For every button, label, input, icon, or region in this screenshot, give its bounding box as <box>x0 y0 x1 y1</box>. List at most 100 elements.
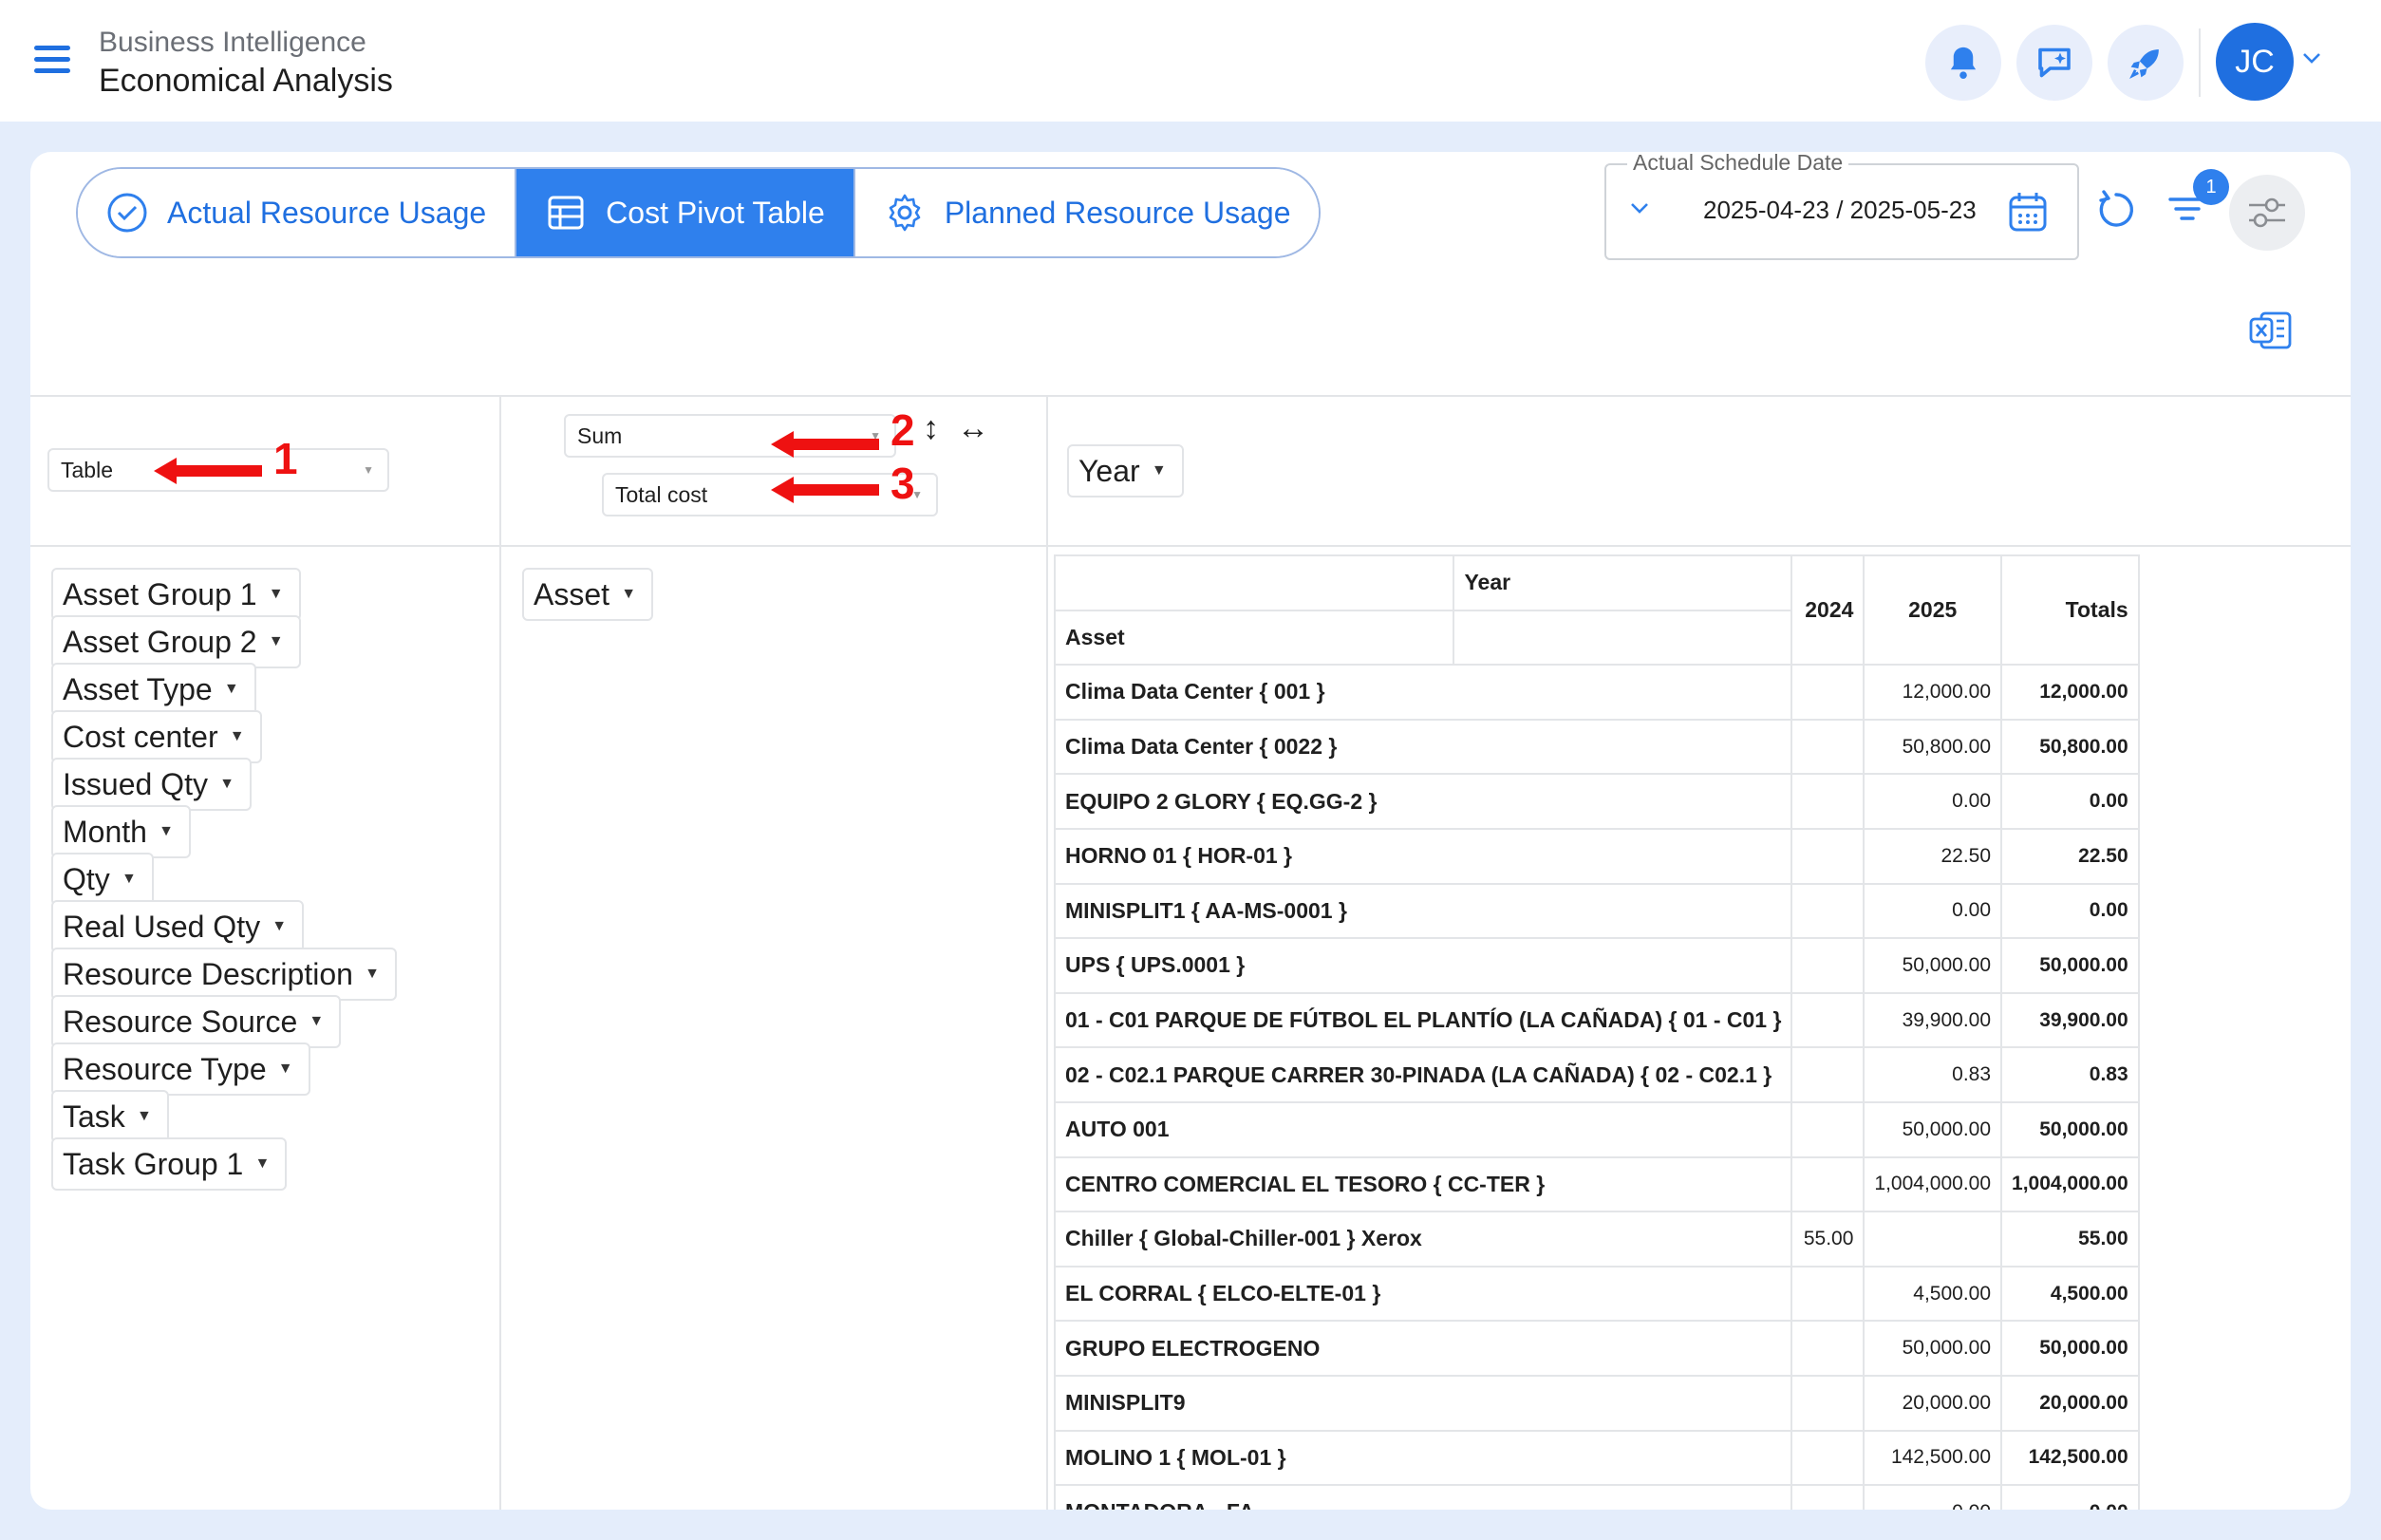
value-cell-2025[interactable]: 142,500.00 <box>1863 1429 2003 1487</box>
value-cell-2025[interactable]: 0.00 <box>1863 882 2003 940</box>
column-field-chip[interactable]: Year ▼ <box>1067 444 1184 498</box>
asset-cell[interactable]: Clima Data Center { 0022 } <box>1053 718 1793 776</box>
tab-cost-pivot-table[interactable]: Cost Pivot Table <box>516 169 855 256</box>
value-cell-2024[interactable] <box>1790 1265 1865 1323</box>
value-field-select[interactable]: Total cost ▼ <box>602 473 938 516</box>
value-cell-2024[interactable]: 55.00 <box>1790 1211 1865 1268</box>
total-cell[interactable]: 0.00 <box>2000 882 2140 940</box>
asset-cell[interactable]: GRUPO ELECTROGENO <box>1053 1320 1793 1377</box>
value-cell-2024[interactable] <box>1790 1374 1865 1432</box>
value-cell-2025[interactable]: 50,000.00 <box>1863 937 2003 994</box>
excel-export-icon[interactable] <box>2248 310 2294 351</box>
asset-cell[interactable]: UPS { UPS.0001 } <box>1053 937 1793 994</box>
pivot-field-chip[interactable]: Real Used Qty ▼ <box>51 900 305 953</box>
date-range-field[interactable]: Actual Schedule Date 2025-04-23 / 2025-0… <box>1604 152 2079 260</box>
value-cell-2024[interactable] <box>1790 1155 1865 1213</box>
asset-cell[interactable]: Clima Data Center { 001 } <box>1053 664 1793 721</box>
value-cell-2024[interactable] <box>1790 1046 1865 1103</box>
value-cell-2025[interactable]: 50,000.00 <box>1863 1320 2003 1377</box>
pivot-field-chip[interactable]: Month ▼ <box>51 805 191 858</box>
pivot-field-chip[interactable]: Resource Source ▼ <box>51 995 342 1048</box>
total-cell[interactable]: 39,900.00 <box>2000 991 2140 1049</box>
asset-cell[interactable]: AUTO 001 <box>1053 1100 1793 1158</box>
value-cell-2024[interactable] <box>1790 937 1865 994</box>
value-cell-2024[interactable] <box>1790 1429 1865 1487</box>
launch-button[interactable] <box>2108 25 2184 101</box>
total-cell[interactable]: 12,000.00 <box>2000 664 2140 721</box>
total-cell[interactable]: 50,000.00 <box>2000 1100 2140 1158</box>
asset-cell[interactable]: 02 - C02.1 PARQUE CARRER 30-PINADA (LA C… <box>1053 1046 1793 1103</box>
total-cell[interactable]: 50,000.00 <box>2000 937 2140 994</box>
pivot-field-chip[interactable]: Cost center ▼ <box>51 710 262 763</box>
total-cell[interactable]: 50,000.00 <box>2000 1320 2140 1377</box>
asset-cell[interactable]: MONTADORA - FA <box>1053 1484 1793 1510</box>
value-cell-2024[interactable] <box>1790 1100 1865 1158</box>
pivot-field-chip[interactable]: Issued Qty ▼ <box>51 758 252 811</box>
asset-cell[interactable]: 01 - C01 PARQUE DE FÚTBOL EL PLANTÍO (LA… <box>1053 991 1793 1049</box>
total-cell[interactable]: 4,500.00 <box>2000 1265 2140 1323</box>
notifications-button[interactable] <box>1925 25 2001 101</box>
value-cell-2025[interactable] <box>1863 1211 2003 1268</box>
value-cell-2025[interactable]: 0.00 <box>1863 773 2003 830</box>
asset-cell[interactable]: MINISPLIT9 <box>1053 1374 1793 1432</box>
value-cell-2024[interactable] <box>1790 718 1865 776</box>
pivot-field-chip[interactable]: Task Group 1 ▼ <box>51 1137 288 1191</box>
user-avatar[interactable]: JC <box>2216 23 2294 101</box>
row-order-toggle-icon[interactable]: ↕ <box>923 410 939 447</box>
asset-cell[interactable]: EL CORRAL { ELCO-ELTE-01 } <box>1053 1265 1793 1323</box>
calendar-icon[interactable] <box>2007 190 2049 234</box>
asset-cell[interactable]: HORNO 01 { HOR-01 } <box>1053 827 1793 885</box>
value-cell-2025[interactable]: 20,000.00 <box>1863 1374 2003 1432</box>
year-column-header[interactable]: 2025 <box>1863 554 2003 667</box>
asset-cell[interactable]: EQUIPO 2 GLORY { EQ.GG-2 } <box>1053 773 1793 830</box>
value-cell-2025[interactable]: 4,500.00 <box>1863 1265 2003 1323</box>
value-cell-2024[interactable] <box>1790 827 1865 885</box>
value-cell-2025[interactable]: 22.50 <box>1863 827 2003 885</box>
value-cell-2025[interactable]: 0.00 <box>1863 1484 2003 1510</box>
asset-cell[interactable]: MOLINO 1 { MOL-01 } <box>1053 1429 1793 1487</box>
pivot-field-chip[interactable]: Asset Type ▼ <box>51 663 256 716</box>
pivot-field-chip[interactable]: Task ▼ <box>51 1090 169 1143</box>
pivot-field-chip[interactable]: Resource Description ▼ <box>51 948 397 1001</box>
pivot-field-chip[interactable]: Asset Group 2 ▼ <box>51 615 301 668</box>
menu-icon[interactable] <box>34 46 72 76</box>
value-cell-2024[interactable] <box>1790 991 1865 1049</box>
asset-cell[interactable]: CENTRO COMERCIAL EL TESORO { CC-TER } <box>1053 1155 1793 1213</box>
asset-cell[interactable]: MINISPLIT1 { AA-MS-0001 } <box>1053 882 1793 940</box>
value-cell-2024[interactable] <box>1790 664 1865 721</box>
value-cell-2025[interactable]: 50,000.00 <box>1863 1100 2003 1158</box>
row-field-chip[interactable]: Asset ▼ <box>522 568 654 621</box>
table-row: MONTADORA - FA 0.000.00 <box>1053 1484 2140 1510</box>
value-cell-2024[interactable] <box>1790 882 1865 940</box>
value-cell-2024[interactable] <box>1790 1484 1865 1510</box>
ai-chat-button[interactable] <box>2016 25 2092 101</box>
value-cell-2025[interactable]: 39,900.00 <box>1863 991 2003 1049</box>
pivot-field-chip[interactable]: Qty ▼ <box>51 853 154 906</box>
pivot-field-chip[interactable]: Resource Type ▼ <box>51 1042 310 1096</box>
value-cell-2025[interactable]: 1,004,000.00 <box>1863 1155 2003 1213</box>
chevron-down-icon[interactable] <box>1629 201 1650 215</box>
total-cell[interactable]: 20,000.00 <box>2000 1374 2140 1432</box>
tab-planned-resource-usage[interactable]: Planned Resource Usage <box>854 169 1320 256</box>
value-cell-2025[interactable]: 12,000.00 <box>1863 664 2003 721</box>
value-cell-2024[interactable] <box>1790 773 1865 830</box>
settings-button[interactable] <box>2229 175 2305 251</box>
total-cell[interactable]: 50,800.00 <box>2000 718 2140 776</box>
total-cell[interactable]: 0.83 <box>2000 1046 2140 1103</box>
tab-actual-resource-usage[interactable]: Actual Resource Usage <box>78 169 517 256</box>
total-cell[interactable]: 142,500.00 <box>2000 1429 2140 1487</box>
value-cell-2024[interactable] <box>1790 1320 1865 1377</box>
pivot-field-chip[interactable]: Asset Group 1 ▼ <box>51 568 301 621</box>
chevron-down-icon[interactable] <box>2301 51 2322 65</box>
asset-cell[interactable]: Chiller { Global-Chiller-001 } Xerox <box>1053 1211 1793 1268</box>
total-cell[interactable]: 0.00 <box>2000 1484 2140 1510</box>
refresh-icon[interactable] <box>2094 188 2138 232</box>
total-cell[interactable]: 55.00 <box>2000 1211 2140 1268</box>
value-cell-2025[interactable]: 50,800.00 <box>1863 718 2003 776</box>
value-cell-2025[interactable]: 0.83 <box>1863 1046 2003 1103</box>
total-cell[interactable]: 22.50 <box>2000 827 2140 885</box>
col-order-toggle-icon[interactable]: ↔ <box>957 410 989 447</box>
year-column-header[interactable]: 2024 <box>1790 554 1865 667</box>
total-cell[interactable]: 0.00 <box>2000 773 2140 830</box>
total-cell[interactable]: 1,004,000.00 <box>2000 1155 2140 1213</box>
